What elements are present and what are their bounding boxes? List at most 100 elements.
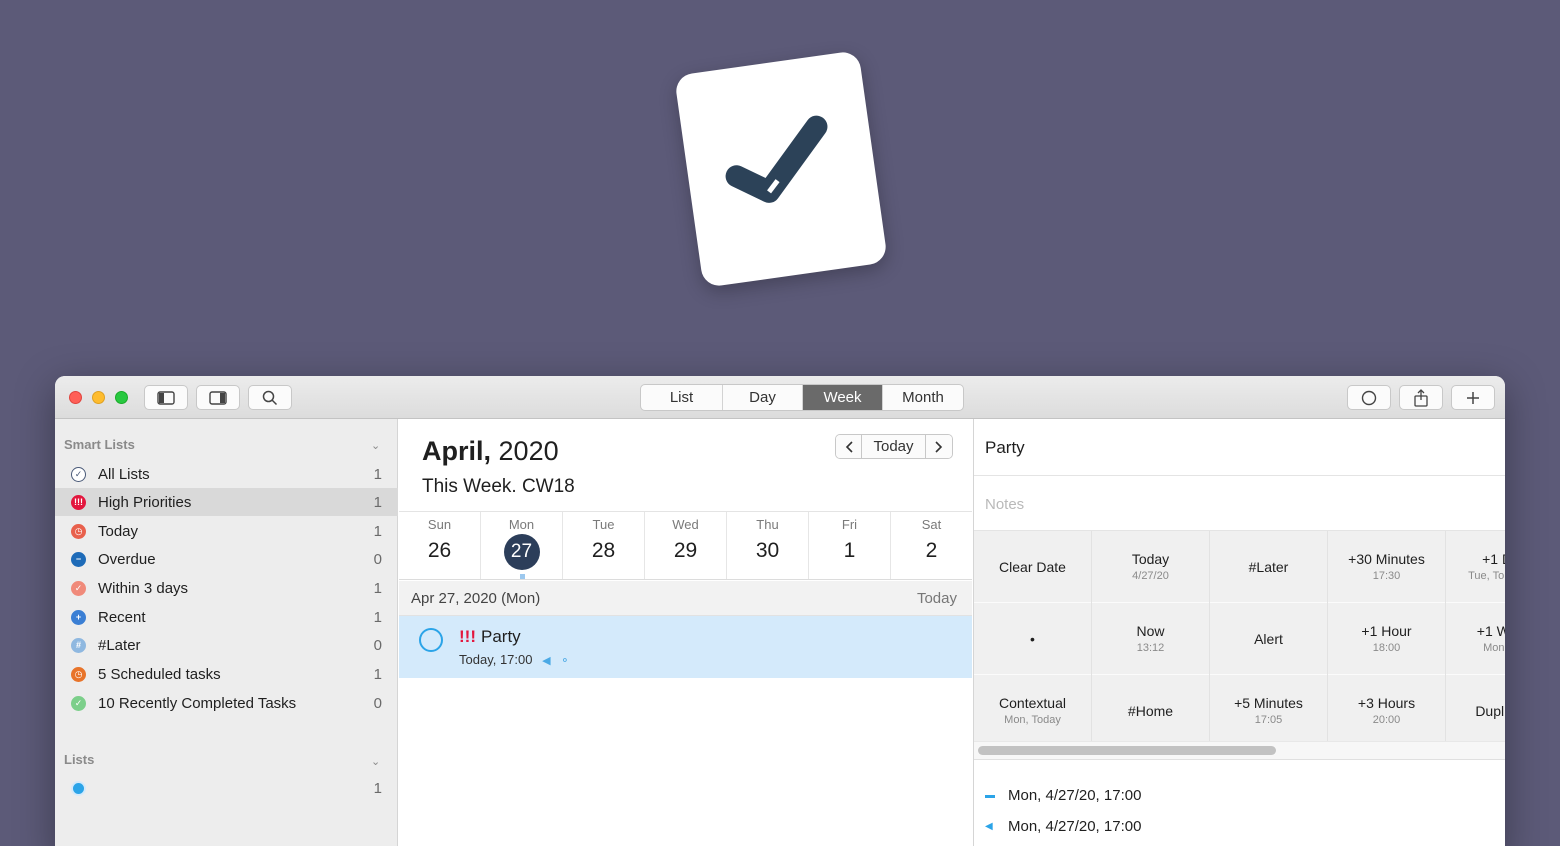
- chevron-down-icon[interactable]: ⌄: [371, 439, 380, 452]
- check-icon: ✓: [71, 695, 86, 711]
- quick-action-button[interactable]: +1 Day Tue, Tomorrow: [1446, 531, 1505, 603]
- day-name: Tue: [592, 517, 615, 532]
- quick-action-sublabel: 4/27/20: [1132, 570, 1169, 582]
- quick-action-sublabel: 17:30: [1372, 570, 1401, 582]
- minus-icon: −: [71, 551, 86, 567]
- priority-icon: !!!: [71, 494, 86, 510]
- notes-field[interactable]: Notes: [974, 476, 1505, 531]
- day-cell[interactable]: Wed 29: [645, 512, 727, 579]
- calendar-pane: April, 2020 This Week. CW18 Today Sun 26…: [399, 419, 972, 846]
- month-title: April, 2020: [422, 436, 559, 467]
- sidebar-item-within-3-days[interactable]: ✓ Within 3 days 1: [55, 574, 398, 602]
- sidebar-item-count: 1: [373, 493, 382, 511]
- day-cell-today[interactable]: Mon 27: [481, 512, 563, 579]
- alert-date-text: Mon, 4/27/20, 17:00: [1008, 818, 1142, 835]
- calendar-icon: ▬: [985, 790, 995, 801]
- toggle-sidebar-button[interactable]: [144, 385, 188, 410]
- sidebar-item-count: 1: [373, 608, 382, 626]
- month-name: April,: [422, 436, 492, 466]
- quick-action-button[interactable]: Duplicate: [1446, 675, 1505, 747]
- sidebar-item-all-lists[interactable]: ✓ All Lists 1: [55, 460, 398, 488]
- sidebar-item-scheduled[interactable]: ◷ 5 Scheduled tasks 1: [55, 660, 398, 688]
- close-window-button[interactable]: [69, 391, 82, 404]
- quick-action-button[interactable]: Now 13:12: [1092, 603, 1209, 675]
- sidebar-item-recently-completed[interactable]: ✓ 10 Recently Completed Tasks 0: [55, 689, 398, 717]
- alert-date-row[interactable]: ◀ Mon, 4/27/20, 17:00: [985, 818, 1141, 835]
- minimize-window-button[interactable]: [92, 391, 105, 404]
- task-title-field[interactable]: Party: [974, 419, 1505, 476]
- quick-action-sublabel: 18:00: [1372, 642, 1401, 654]
- sidebar-item-label: Within 3 days: [98, 579, 189, 597]
- tab-day[interactable]: Day: [723, 385, 803, 410]
- tab-month[interactable]: Month: [883, 385, 963, 410]
- plus-icon: [1467, 391, 1479, 404]
- sidebar-item-overdue[interactable]: − Overdue 0: [55, 545, 398, 573]
- quick-action-button[interactable]: #Home: [1092, 675, 1209, 747]
- sidebar-item-count: 0: [373, 636, 382, 654]
- next-button[interactable]: [926, 435, 952, 458]
- previous-button[interactable]: [836, 435, 862, 458]
- quick-action-button[interactable]: Clear Date: [974, 531, 1091, 603]
- chevron-down-icon[interactable]: ⌄: [371, 755, 380, 768]
- day-cell[interactable]: Sat 2: [891, 512, 972, 579]
- day-cell[interactable]: Sun 26: [399, 512, 481, 579]
- sidebar-item-list[interactable]: 1: [55, 774, 398, 802]
- year: 2020: [498, 436, 559, 466]
- add-task-button[interactable]: [1451, 385, 1495, 410]
- due-date-row[interactable]: ▬ Mon, 4/27/20, 17:00: [985, 787, 1141, 804]
- date-section-label: Apr 27, 2020 (Mon): [411, 590, 541, 607]
- date-section-relative: Today: [916, 590, 957, 607]
- maximize-window-button[interactable]: [115, 391, 128, 404]
- quick-action-sublabel: Mon, 5/4: [1483, 642, 1505, 654]
- day-cell[interactable]: Fri 1: [809, 512, 891, 579]
- plus-icon: +: [71, 609, 86, 625]
- share-button[interactable]: [1399, 385, 1443, 410]
- toggle-inspector-button[interactable]: [196, 385, 240, 410]
- task-title-text: Party: [985, 438, 1025, 457]
- quick-action-button[interactable]: +30 Minutes 17:30: [1328, 531, 1445, 603]
- sidebar-item-later[interactable]: # #Later 0: [55, 631, 398, 659]
- sidebar-item-label: All Lists: [98, 465, 150, 483]
- tab-list[interactable]: List: [641, 385, 723, 410]
- date-navigation: Today: [835, 434, 953, 459]
- tab-week[interactable]: Week: [803, 385, 883, 410]
- smart-lists-header: Smart Lists: [64, 437, 135, 452]
- sidebar-item-count: 1: [373, 665, 382, 683]
- quick-action-button[interactable]: +3 Hours 20:00: [1328, 675, 1445, 747]
- event-indicator: [519, 574, 525, 579]
- quick-action-button[interactable]: Contextual Mon, Today: [974, 675, 1091, 747]
- task-complete-checkbox[interactable]: [419, 628, 443, 652]
- quick-action-sublabel: Mon, Today: [1004, 714, 1061, 726]
- day-cell[interactable]: Tue 28: [563, 512, 645, 579]
- quick-action-button[interactable]: •: [974, 603, 1091, 675]
- quick-action-button[interactable]: +1 Week Mon, 5/4: [1446, 603, 1505, 675]
- search-button[interactable]: [248, 385, 292, 410]
- horizontal-scrollbar[interactable]: [978, 746, 1276, 755]
- lists-header: Lists: [64, 752, 95, 767]
- clock-icon: ◷: [71, 666, 86, 682]
- quick-action-button[interactable]: +5 Minutes 17:05: [1210, 675, 1327, 747]
- today-button[interactable]: Today: [862, 435, 926, 458]
- day-cell[interactable]: Thu 30: [727, 512, 809, 579]
- sidebar-item-high-priorities[interactable]: !!! High Priorities 1: [55, 488, 398, 516]
- day-number: 2: [925, 539, 938, 562]
- sidebar-item-label: Overdue: [98, 550, 156, 568]
- complete-button[interactable]: [1347, 385, 1391, 410]
- task-detail-pane: Party Notes Clear Date Today 4/27/20 #Lat…: [973, 419, 1505, 846]
- day-name: Fri: [841, 517, 858, 532]
- sidebar-item-today[interactable]: ◷ Today 1: [55, 517, 398, 545]
- app-logo: [674, 50, 888, 288]
- quick-action-button[interactable]: Today 4/27/20: [1092, 531, 1209, 603]
- quick-action-button[interactable]: +1 Hour 18:00: [1328, 603, 1445, 675]
- quick-action-button[interactable]: #Later: [1210, 531, 1327, 603]
- quick-action-label: Now: [1136, 623, 1165, 639]
- day-name: Sat: [921, 517, 942, 532]
- sidebar-item-recent[interactable]: + Recent 1: [55, 603, 398, 631]
- task-row[interactable]: !!! Party Today, 17:00 ◀ ⚬: [399, 616, 972, 678]
- sidebar-right-icon: [209, 390, 227, 405]
- task-subtitle: Today, 17:00 ◀ ⚬: [459, 652, 569, 667]
- quick-action-button[interactable]: Alert: [1210, 603, 1327, 675]
- day-name: Thu: [756, 517, 779, 532]
- quick-action-label: +1 Week: [1476, 623, 1505, 639]
- quick-action-label: Contextual: [999, 695, 1066, 711]
